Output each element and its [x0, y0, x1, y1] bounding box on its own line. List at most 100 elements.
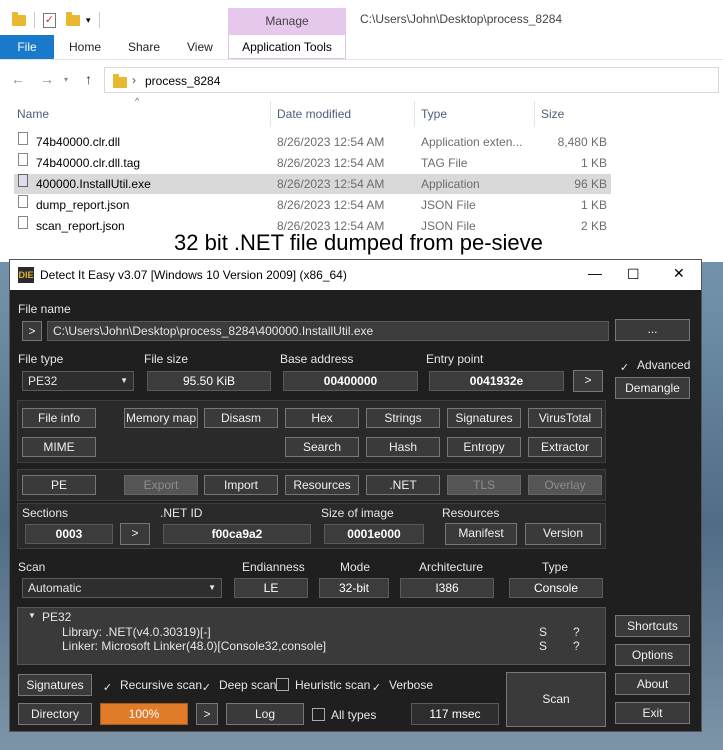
pe-button[interactable]: PE [22, 475, 96, 495]
tls-button[interactable]: TLS [447, 475, 521, 495]
hex-button[interactable]: Hex [285, 408, 359, 428]
progress-arrow-button[interactable]: > [196, 703, 218, 725]
deep-scan-checkbox[interactable]: ✓ Deep scan [200, 678, 276, 695]
signatures-button[interactable]: Signatures [18, 674, 92, 696]
exit-button[interactable]: Exit [615, 702, 690, 724]
file-path-field[interactable]: C:\Users\John\Desktop\process_8284\40000… [47, 321, 609, 341]
folder-icon[interactable] [12, 11, 26, 26]
heuristic-scan-checkbox[interactable]: Heuristic scan [276, 678, 370, 692]
die-window-title: Detect It Easy v3.07 [Windows 10 Version… [40, 268, 347, 282]
virustotal-button[interactable]: VirusTotal [528, 408, 602, 428]
verbose-checkbox[interactable]: ✓ Verbose [370, 678, 433, 695]
recursive-scan-checkbox[interactable]: ✓ Recursive scan [101, 678, 202, 695]
file-info-button[interactable]: File info [22, 408, 96, 428]
detection-result-tree[interactable]: ▼ PE32 Library: .NET(v4.0.30319)[-] S ? … [17, 607, 606, 665]
file-size: 1 KB [580, 156, 607, 170]
file-type: JSON File [421, 198, 476, 212]
result-line-linker[interactable]: Linker: Microsoft Linker(48.0)[Console32… [62, 639, 326, 653]
manifest-button[interactable]: Manifest [445, 523, 517, 545]
directory-button[interactable]: Directory [18, 703, 92, 725]
column-header-type[interactable]: Type [421, 107, 447, 121]
base-address-value[interactable]: 00400000 [283, 371, 418, 391]
all-types-checkbox[interactable]: All types [312, 708, 376, 722]
size-of-image-value[interactable]: 0001e000 [324, 524, 424, 544]
tree-expand-icon[interactable]: ▼ [28, 611, 36, 620]
close-icon[interactable]: ✕ [673, 265, 685, 282]
file-row-clr-dll[interactable]: 74b40000.clr.dll 8/26/2023 12:54 AM Applic… [14, 132, 611, 152]
caption-text: 32 bit .NET file dumped from pe-sieve [174, 230, 543, 255]
architecture-label: Architecture [419, 560, 484, 574]
log-button[interactable]: Log [226, 703, 304, 725]
back-arrow-icon[interactable]: ← [11, 71, 25, 87]
maximize-icon[interactable]: ☐ [627, 266, 640, 283]
address-field[interactable]: › process_8284 [104, 67, 719, 93]
tab-application-tools[interactable]: Application Tools [228, 35, 346, 59]
tag-file-icon [18, 153, 28, 166]
sections-value[interactable]: 0003 [25, 524, 113, 544]
result-root[interactable]: PE32 [42, 610, 71, 624]
new-folder-icon[interactable] [66, 11, 80, 26]
signatures-tool-button[interactable]: Signatures [447, 408, 521, 428]
json-file-icon [18, 216, 28, 229]
column-header-size[interactable]: Size [541, 107, 564, 121]
file-row-dump-report[interactable]: dump_report.json 8/26/2023 12:54 AM JSON F… [14, 195, 611, 215]
memory-map-button[interactable]: Memory map [124, 408, 198, 428]
net-button[interactable]: .NET [366, 475, 440, 495]
file-type-select[interactable]: PE32 ▼ [22, 371, 134, 391]
breadcrumb-folder[interactable]: process_8284 [145, 74, 220, 88]
resources-button[interactable]: Resources [285, 475, 359, 495]
advanced-checkbox[interactable]: ✓ Advanced [618, 358, 690, 375]
export-button[interactable]: Export [124, 475, 198, 495]
minimize-icon[interactable]: — [588, 265, 602, 281]
file-history-button[interactable]: > [22, 321, 42, 341]
version-button[interactable]: Version [525, 523, 601, 545]
ribbon-tabs: File Home Share View [0, 35, 723, 59]
checkbox-box [312, 708, 325, 721]
tab-view[interactable]: View [187, 35, 213, 59]
customize-toolbar-icon[interactable]: ▾ [86, 15, 91, 26]
heuristic-scan-label: Heuristic scan [295, 678, 371, 692]
file-type-value: PE32 [28, 374, 58, 388]
tab-share[interactable]: Share [128, 35, 160, 59]
file-row-installutil-exe[interactable]: 400000.InstallUtil.exe 8/26/2023 12:54 AM… [14, 174, 611, 194]
column-header-date[interactable]: Date modified [277, 107, 351, 121]
file-date: 8/26/2023 12:54 AM [277, 135, 385, 149]
result-line-library-q[interactable]: ? [573, 625, 580, 639]
scan-mode-select[interactable]: Automatic ▼ [22, 578, 222, 598]
demangle-button[interactable]: Demangle [615, 377, 690, 399]
scan-button[interactable]: Scan [506, 672, 606, 727]
column-header-name[interactable]: Name [17, 107, 49, 121]
result-line-linker-s[interactable]: S [539, 639, 547, 653]
browse-button[interactable]: ... [615, 319, 690, 341]
breadcrumb-chevron-icon[interactable]: › [132, 73, 136, 87]
entry-point-value[interactable]: 0041932e [429, 371, 564, 391]
overlay-button[interactable]: Overlay [528, 475, 602, 495]
entry-point-button[interactable]: > [573, 370, 603, 392]
tab-file[interactable]: File [0, 35, 54, 59]
strings-button[interactable]: Strings [366, 408, 440, 428]
shortcuts-button[interactable]: Shortcuts [615, 615, 690, 637]
file-row-clr-dll-tag[interactable]: 74b40000.clr.dll.tag 8/26/2023 12:54 AM TA… [14, 153, 611, 173]
disasm-button[interactable]: Disasm [204, 408, 278, 428]
result-line-linker-q[interactable]: ? [573, 639, 580, 653]
up-arrow-icon[interactable]: ↑ [85, 71, 92, 87]
entropy-button[interactable]: Entropy [447, 437, 521, 457]
column-separator[interactable] [414, 101, 415, 127]
sections-button[interactable]: > [120, 523, 150, 545]
result-line-library[interactable]: Library: .NET(v4.0.30319)[-] [62, 625, 211, 639]
import-button[interactable]: Import [204, 475, 278, 495]
manage-context-group: Manage [228, 8, 346, 35]
tab-home[interactable]: Home [69, 35, 101, 59]
mime-button[interactable]: MIME [22, 437, 96, 457]
column-separator[interactable] [270, 101, 271, 127]
extractor-button[interactable]: Extractor [528, 437, 602, 457]
recent-locations-icon[interactable]: ▾ [64, 75, 68, 84]
hash-button[interactable]: Hash [366, 437, 440, 457]
column-separator[interactable] [534, 101, 535, 127]
properties-icon[interactable]: ✓ [43, 12, 56, 28]
search-button[interactable]: Search [285, 437, 359, 457]
forward-arrow-icon[interactable]: → [40, 71, 54, 87]
about-button[interactable]: About [615, 673, 690, 695]
result-line-library-s[interactable]: S [539, 625, 547, 639]
options-button[interactable]: Options [615, 644, 690, 666]
